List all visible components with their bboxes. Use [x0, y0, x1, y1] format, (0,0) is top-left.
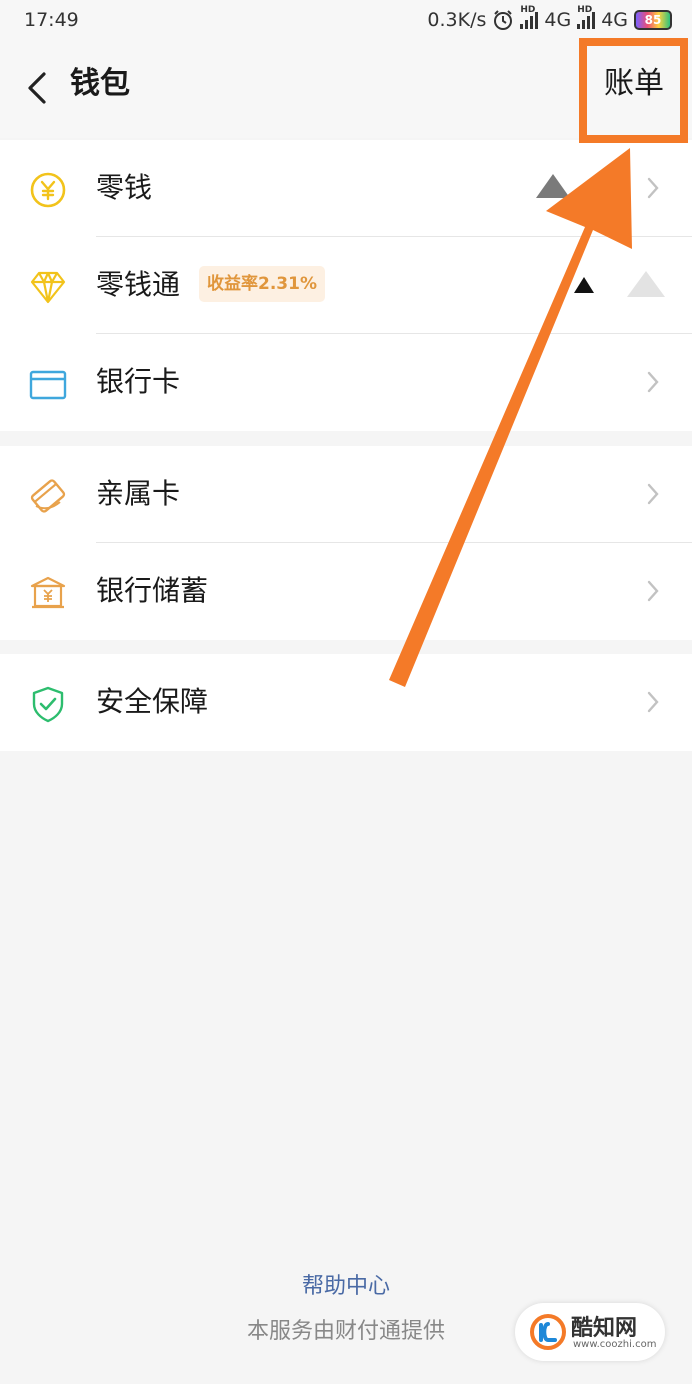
- page-title: 钱包: [70, 66, 130, 101]
- coozhi-logo-icon: [530, 1314, 566, 1350]
- chevron-right-icon: [647, 177, 659, 199]
- wallet-group-3: 安全保障: [0, 654, 692, 751]
- menu-item-security[interactable]: 安全保障: [0, 654, 692, 751]
- signal-strength-icon-2: HD: [577, 5, 596, 29]
- wallet-group-1: 零钱 零钱通 收益率2.31% 银行卡: [0, 140, 692, 431]
- menu-item-label: 零钱通: [96, 268, 181, 301]
- menu-item-bank-savings[interactable]: 银行储蓄: [0, 543, 692, 640]
- menu-item-label: 亲属卡: [96, 477, 181, 510]
- menu-item-label: 零钱: [96, 171, 153, 204]
- chevron-right-icon: [647, 580, 659, 602]
- battery-icon: 85: [634, 10, 672, 30]
- chevron-right-icon: [647, 483, 659, 505]
- status-time: 17:49: [24, 9, 79, 31]
- sim2-network-label: 4G: [601, 9, 628, 31]
- menu-item-label: 安全保障: [96, 685, 209, 718]
- watermark-name: 酷知网: [571, 1316, 638, 1341]
- menu-item-label: 银行卡: [96, 365, 181, 398]
- shield-check-icon: [32, 686, 64, 723]
- menu-item-label: 银行储蓄: [96, 574, 209, 607]
- chevron-right-icon: [647, 371, 659, 393]
- hd-label-2: HD: [577, 5, 593, 15]
- network-speed: 0.3K/s: [427, 9, 487, 31]
- signal-strength-icon: HD: [520, 5, 539, 29]
- status-bar: 17:49 0.3K/s HD 4G HD 4G 85: [0, 0, 692, 42]
- menu-item-change[interactable]: 零钱: [0, 140, 692, 237]
- menu-item-bank-card[interactable]: 银行卡: [0, 334, 692, 431]
- sim1-network-label: 4G: [544, 9, 572, 31]
- bank-card-icon: [29, 370, 67, 400]
- chevron-left-icon[interactable]: [22, 68, 52, 108]
- wallet-group-2: 亲属卡 银行储蓄: [0, 446, 692, 640]
- hidden-amount-mark-3: [627, 271, 665, 297]
- yuan-coin-icon: [30, 172, 66, 208]
- diamond-icon: [30, 271, 66, 304]
- chevron-right-icon: [647, 691, 659, 713]
- hidden-amount-mark-2: [574, 277, 594, 293]
- family-card-icon: [30, 479, 66, 513]
- menu-item-family-card[interactable]: 亲属卡: [0, 446, 692, 543]
- status-icons: 0.3K/s HD 4G HD 4G 85: [427, 5, 672, 31]
- hidden-amount-mark: [536, 174, 570, 198]
- nav-bar: 钱包 账单: [0, 42, 692, 138]
- alarm-clock-icon: [494, 10, 513, 30]
- help-center-link[interactable]: 帮助中心: [0, 1268, 692, 1300]
- watermark: 酷知网 www.coozhi.com: [515, 1303, 665, 1361]
- bank-building-icon: [30, 576, 66, 609]
- bill-button[interactable]: 账单: [604, 64, 664, 104]
- hd-label: HD: [520, 5, 536, 15]
- menu-item-change-plus[interactable]: 零钱通 收益率2.31%: [0, 237, 692, 334]
- watermark-url: www.coozhi.com: [573, 1339, 657, 1350]
- yield-rate-badge: 收益率2.31%: [199, 266, 325, 302]
